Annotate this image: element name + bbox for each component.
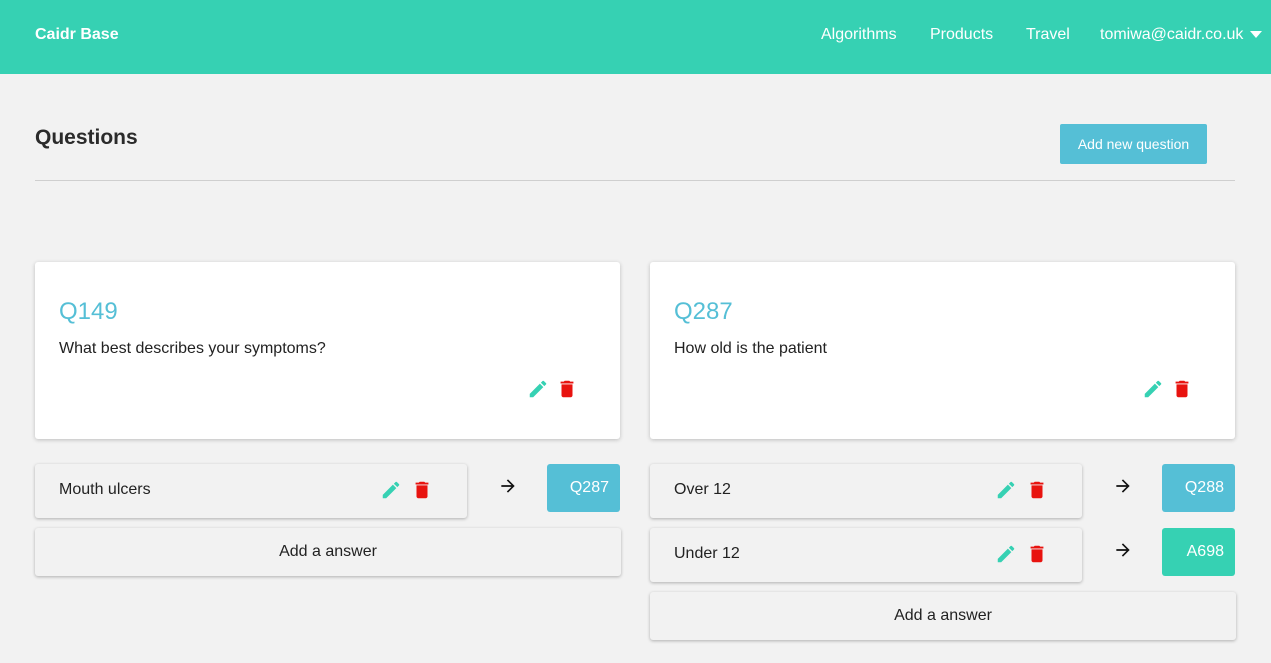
question-card: Q287 How old is the patient [650,262,1235,439]
page-title: Questions [35,126,138,149]
navbar: Caidr Base Algorithms Products Travel to… [0,0,1271,74]
user-menu[interactable]: tomiwa@caidr.co.uk [1100,26,1243,44]
nav-link-algorithms[interactable]: Algorithms [821,26,897,44]
arrow-right-icon [1113,540,1133,560]
trash-icon[interactable] [1171,378,1193,400]
nav-link-products[interactable]: Products [930,26,993,44]
arrow-right-icon [1113,476,1133,496]
answer-row: Mouth ulcers [35,464,467,518]
add-answer-button[interactable]: Add a answer [35,528,621,576]
question-card: Q149 What best describes your symptoms? [35,262,620,439]
answer-row: Under 12 [650,528,1082,582]
pencil-icon[interactable] [1142,378,1164,400]
caret-down-icon[interactable] [1250,31,1262,38]
answer-text: Mouth ulcers [59,481,151,498]
add-question-button[interactable]: Add new question [1060,124,1207,164]
header-divider [35,180,1235,181]
pencil-icon[interactable] [995,479,1017,501]
pencil-icon[interactable] [527,378,549,400]
trash-icon[interactable] [1026,543,1048,565]
trash-icon[interactable] [1026,479,1048,501]
question-text: How old is the patient [674,340,827,357]
question-text: What best describes your symptoms? [59,340,326,357]
brand-logo[interactable]: Caidr Base [35,26,119,44]
trash-icon[interactable] [411,479,433,501]
answer-target-link[interactable]: A698 [1162,528,1235,576]
nav-link-travel[interactable]: Travel [1026,26,1070,44]
answer-target-link[interactable]: Q288 [1162,464,1235,512]
add-answer-button[interactable]: Add a answer [650,592,1236,640]
answer-text: Under 12 [674,545,740,562]
answer-row: Over 12 [650,464,1082,518]
question-id: Q287 [674,298,733,325]
answer-text: Over 12 [674,481,731,498]
arrow-right-icon [498,476,518,496]
pencil-icon[interactable] [995,543,1017,565]
question-id: Q149 [59,298,118,325]
pencil-icon[interactable] [380,479,402,501]
answer-target-link[interactable]: Q287 [547,464,620,512]
trash-icon[interactable] [556,378,578,400]
